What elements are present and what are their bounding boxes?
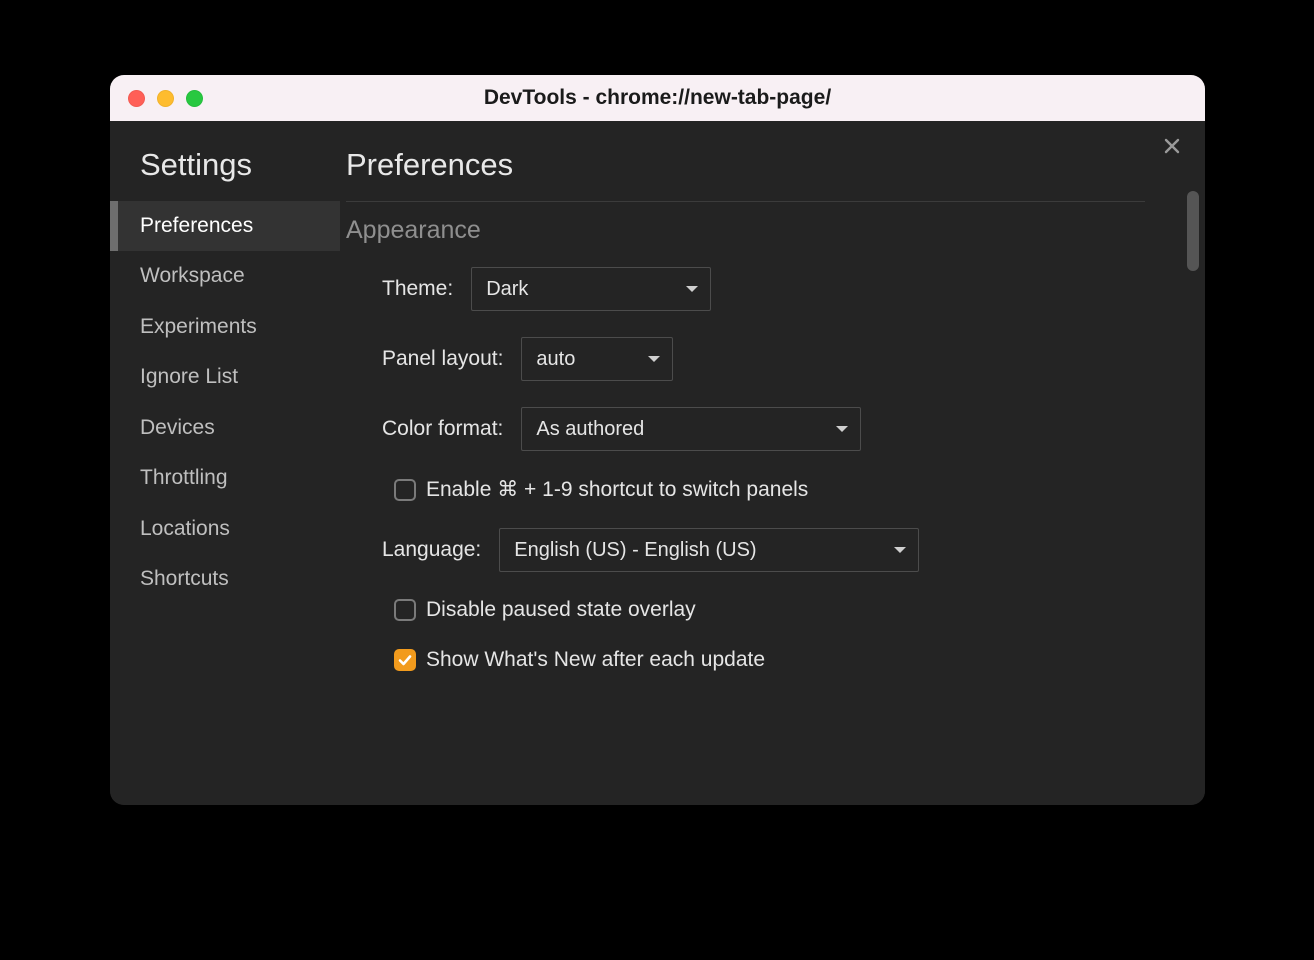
window-close-button[interactable] (128, 90, 145, 107)
window-title: DevTools - chrome://new-tab-page/ (110, 86, 1205, 110)
disable-paused-overlay-label: Disable paused state overlay (426, 598, 696, 622)
sidebar-item-experiments[interactable]: Experiments (110, 302, 340, 352)
color-format-label: Color format: (382, 417, 503, 441)
panel-layout-label: Panel layout: (382, 347, 503, 371)
language-row: Language: English (US) - English (US) (382, 528, 1175, 572)
sidebar-item-throttling[interactable]: Throttling (110, 453, 340, 503)
sidebar-item-workspace[interactable]: Workspace (110, 251, 340, 301)
section-appearance-title: Appearance (346, 216, 1175, 245)
sidebar-item-preferences[interactable]: Preferences (110, 201, 340, 251)
theme-value: Dark (486, 278, 528, 301)
whats-new-label: Show What's New after each update (426, 648, 765, 672)
disable-paused-overlay-checkbox[interactable] (394, 599, 416, 621)
language-value: English (US) - English (US) (514, 539, 756, 562)
chevron-down-icon (648, 356, 660, 362)
devtools-settings-window: DevTools - chrome://new-tab-page/ Settin… (110, 75, 1205, 805)
panel-layout-value: auto (536, 348, 575, 371)
disable-paused-overlay-row: Disable paused state overlay (382, 598, 1175, 622)
shortcut-switch-panels-row: Enable ⌘ + 1-9 shortcut to switch panels (382, 477, 1175, 502)
window-zoom-button[interactable] (186, 90, 203, 107)
panel-layout-select[interactable]: auto (521, 337, 673, 381)
check-icon (397, 652, 413, 668)
color-format-value: As authored (536, 418, 644, 441)
content-area: Settings PreferencesWorkspaceExperiments… (110, 121, 1205, 805)
whats-new-checkbox[interactable] (394, 649, 416, 671)
language-select[interactable]: English (US) - English (US) (499, 528, 919, 572)
color-format-row: Color format: As authored (382, 407, 1175, 451)
titlebar: DevTools - chrome://new-tab-page/ (110, 75, 1205, 121)
color-format-select[interactable]: As authored (521, 407, 861, 451)
chevron-down-icon (836, 426, 848, 432)
window-controls (128, 90, 203, 107)
whats-new-row: Show What's New after each update (382, 648, 1175, 672)
divider (346, 201, 1145, 202)
shortcut-switch-panels-label: Enable ⌘ + 1-9 shortcut to switch panels (426, 477, 808, 502)
sidebar-item-ignore-list[interactable]: Ignore List (110, 352, 340, 402)
sidebar-item-shortcuts[interactable]: Shortcuts (110, 554, 340, 604)
theme-select[interactable]: Dark (471, 267, 711, 311)
sidebar-heading: Settings (110, 147, 340, 201)
scrollbar-thumb[interactable] (1187, 191, 1199, 271)
page-title: Preferences (346, 147, 1175, 201)
panel-layout-row: Panel layout: auto (382, 337, 1175, 381)
theme-row: Theme: Dark (382, 267, 1175, 311)
shortcut-switch-panels-checkbox[interactable] (394, 479, 416, 501)
sidebar-item-devices[interactable]: Devices (110, 403, 340, 453)
settings-sidebar: Settings PreferencesWorkspaceExperiments… (110, 121, 340, 805)
window-minimize-button[interactable] (157, 90, 174, 107)
chevron-down-icon (894, 547, 906, 553)
theme-label: Theme: (382, 277, 453, 301)
sidebar-item-locations[interactable]: Locations (110, 504, 340, 554)
language-label: Language: (382, 538, 481, 562)
settings-main: Preferences Appearance Theme: Dark Panel… (340, 121, 1205, 805)
chevron-down-icon (686, 286, 698, 292)
